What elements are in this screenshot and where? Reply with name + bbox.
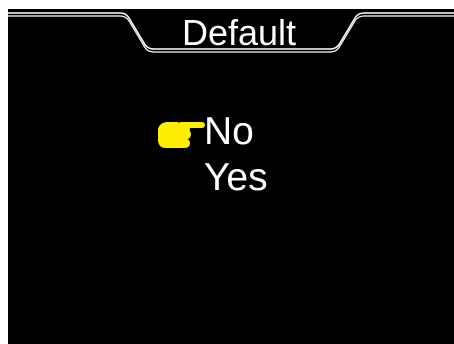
option-menu: No Yes: [156, 109, 356, 201]
menu-option-no[interactable]: No: [156, 109, 356, 155]
pointing-hand-icon: [158, 122, 205, 148]
device-screen: Default No Yes: [8, 9, 454, 344]
menu-option-label: No: [204, 110, 254, 153]
menu-option-label: Yes: [204, 156, 268, 199]
menu-option-yes[interactable]: Yes: [156, 155, 356, 201]
screen-title: Default: [181, 12, 297, 53]
